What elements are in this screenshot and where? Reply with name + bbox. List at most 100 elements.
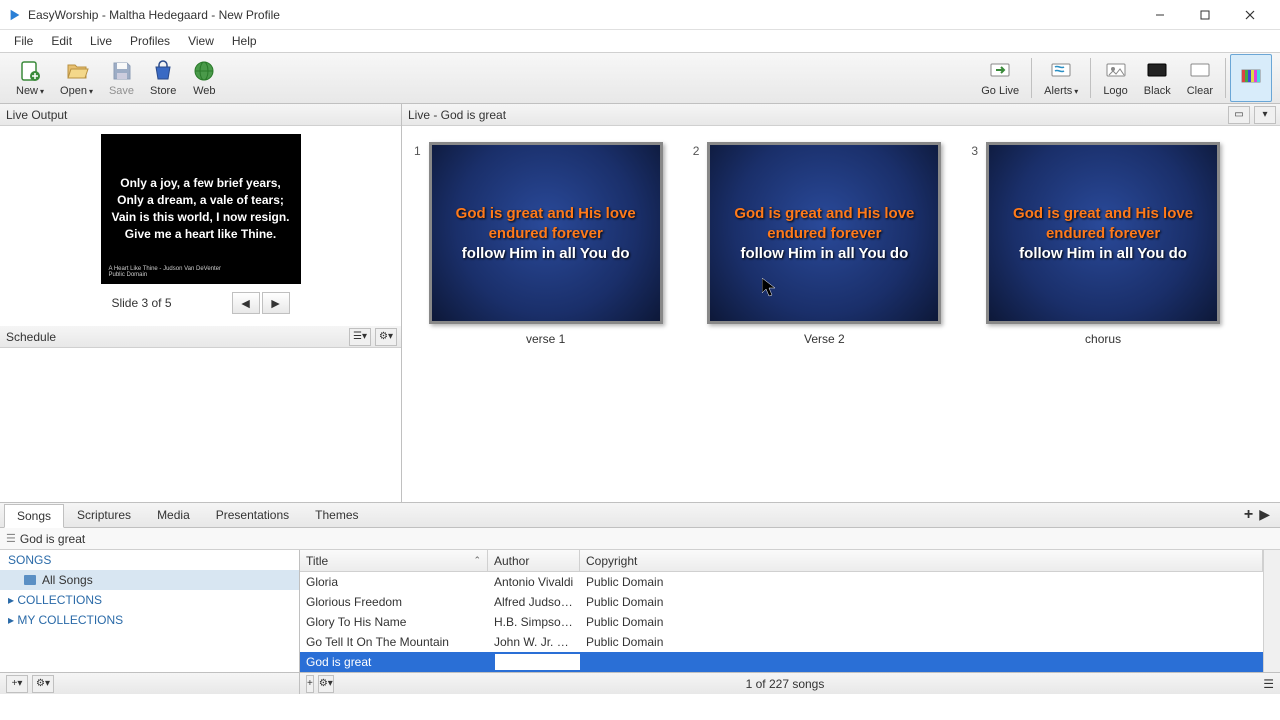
minimize-button[interactable]	[1137, 1, 1182, 29]
add-button[interactable]: +	[1244, 506, 1253, 524]
live-dropdown-button[interactable]: ▾	[1254, 106, 1276, 124]
tree-add-button[interactable]: +▾	[6, 675, 28, 693]
alerts-icon	[1049, 59, 1073, 83]
maximize-button[interactable]	[1182, 1, 1227, 29]
schedule-area[interactable]	[0, 348, 401, 502]
cell-title: Go Tell It On The Mountain	[300, 633, 488, 651]
table-row[interactable]: Glorious FreedomAlfred Judson ...Public …	[300, 592, 1263, 612]
slides-area[interactable]: 1 God is great and His love endured forev…	[402, 126, 1280, 502]
tab-scriptures[interactable]: Scriptures	[64, 503, 144, 527]
toolbar: New▾ Open▾ Save Store Web Go Live Alerts…	[0, 52, 1280, 104]
slide-item[interactable]: 1 God is great and His love endured forev…	[414, 142, 663, 486]
web-icon	[192, 59, 216, 83]
cell-title: Gloria	[300, 573, 488, 591]
live-panel-header: Live - God is great ▭ ▾	[402, 104, 1280, 126]
col-copyright[interactable]: Copyright	[580, 550, 1263, 571]
close-button[interactable]	[1227, 1, 1272, 29]
output-preview-button[interactable]	[1230, 54, 1272, 102]
output-slide-text: Only a joy, a few brief years, Only a dr…	[111, 175, 289, 242]
prev-slide-button[interactable]: ◄	[232, 292, 260, 314]
tree-all-songs[interactable]: All Songs	[0, 570, 299, 590]
next-slide-button[interactable]: ►	[262, 292, 290, 314]
col-title[interactable]: Title⌃	[300, 550, 488, 571]
col-author[interactable]: Author	[488, 550, 580, 571]
clear-icon	[1188, 59, 1212, 83]
new-icon	[18, 59, 42, 83]
tab-presentations[interactable]: Presentations	[203, 503, 302, 527]
golive-button[interactable]: Go Live	[973, 54, 1027, 102]
cell-copyright: Public Domain	[580, 593, 1263, 611]
search-icon: ☰	[6, 532, 16, 545]
store-button[interactable]: Store	[142, 54, 184, 102]
clear-button[interactable]: Clear	[1179, 54, 1221, 102]
library-tree[interactable]: SONGS All Songs ▸ COLLECTIONS ▸ MY COLLE…	[0, 550, 300, 672]
save-icon	[110, 59, 134, 83]
slide-number: 3	[971, 142, 978, 486]
cell-author: Alfred Judson ...	[488, 593, 580, 611]
table-row[interactable]: Go Tell It On The MountainJohn W. Jr. Wo…	[300, 632, 1263, 652]
cell-copyright: Public Domain	[580, 573, 1263, 591]
search-value[interactable]: God is great	[20, 532, 85, 546]
menu-file[interactable]: File	[6, 32, 41, 50]
open-button[interactable]: Open▾	[52, 54, 101, 102]
menu-live[interactable]: Live	[82, 32, 120, 50]
table-row[interactable]: Glory To His NameH.B. Simpson J...Public…	[300, 612, 1263, 632]
tab-themes[interactable]: Themes	[302, 503, 371, 527]
alerts-button[interactable]: Alerts▾	[1036, 54, 1086, 102]
color-bars-icon	[1239, 65, 1263, 89]
go-button[interactable]: ▶	[1259, 506, 1270, 524]
slide-lyric: follow Him in all You do	[462, 245, 630, 262]
table-row[interactable]: GloriaAntonio VivaldiPublic Domain	[300, 572, 1263, 592]
slide-lyric: follow Him in all You do	[740, 245, 908, 262]
titlebar: EasyWorship - Maltha Hedegaard - New Pro…	[0, 0, 1280, 30]
tree-collections[interactable]: ▸ COLLECTIONS	[0, 590, 299, 610]
menu-help[interactable]: Help	[224, 32, 265, 50]
cell-title: Glorious Freedom	[300, 593, 488, 611]
cell-copyright: Public Domain	[580, 633, 1263, 651]
menu-view[interactable]: View	[180, 32, 222, 50]
live-display-button[interactable]: ▭	[1228, 106, 1250, 124]
tab-songs[interactable]: Songs	[4, 504, 64, 528]
author-edit-input[interactable]	[494, 653, 580, 671]
table-row[interactable]: God is great	[300, 652, 1263, 672]
schedule-view-button[interactable]: ☰▾	[349, 328, 371, 346]
live-output-area: Only a joy, a few brief years, Only a dr…	[0, 126, 401, 326]
slide-item[interactable]: 3God is great and His love endured forev…	[971, 142, 1220, 486]
cell-author: John W. Jr. Work	[488, 633, 580, 651]
schedule-header: Schedule ☰▾ ⚙▾	[0, 326, 401, 348]
slide-thumb[interactable]: God is great and His love endured foreve…	[707, 142, 941, 324]
slide-lyric-accent: God is great and His love endured foreve…	[734, 204, 914, 243]
menu-profiles[interactable]: Profiles	[122, 32, 178, 50]
cell-title: God is great	[300, 653, 488, 671]
slide-item[interactable]: 2God is great and His love endured forev…	[693, 142, 942, 486]
cell-copyright: Public Domain	[580, 613, 1263, 631]
slide-thumb[interactable]: God is great and His love endured foreve…	[986, 142, 1220, 324]
view-list-icon[interactable]: ☰	[1263, 677, 1274, 691]
schedule-settings-button[interactable]: ⚙▾	[375, 328, 397, 346]
tree-my-collections[interactable]: ▸ MY COLLECTIONS	[0, 610, 299, 630]
table-add-button[interactable]: +	[306, 675, 314, 693]
slide-number: 1	[414, 142, 421, 486]
slide-thumb[interactable]: God is great and His love endured foreve…	[429, 142, 663, 324]
tree-settings-button[interactable]: ⚙▾	[32, 675, 54, 693]
live-output-header: Live Output	[0, 104, 401, 126]
scrollbar[interactable]	[1263, 550, 1280, 672]
black-icon	[1145, 59, 1169, 83]
tree-songs[interactable]: SONGS	[0, 550, 299, 570]
web-button[interactable]: Web	[184, 54, 224, 102]
titlebar-text: EasyWorship - Maltha Hedegaard - New Pro…	[28, 8, 1137, 22]
library-tabs: Songs Scriptures Media Presentations The…	[0, 502, 1280, 528]
app-icon	[8, 8, 22, 22]
cell-title: Glory To His Name	[300, 613, 488, 631]
cell-author: Antonio Vivaldi	[488, 573, 580, 591]
menubar: File Edit Live Profiles View Help	[0, 30, 1280, 52]
status-bar: +▾ ⚙▾ + ⚙▾ 1 of 227 songs ☰	[0, 672, 1280, 694]
black-button[interactable]: Black	[1136, 54, 1179, 102]
tab-media[interactable]: Media	[144, 503, 203, 527]
logo-button[interactable]: Logo	[1095, 54, 1135, 102]
new-button[interactable]: New▾	[8, 54, 52, 102]
menu-edit[interactable]: Edit	[43, 32, 80, 50]
save-button[interactable]: Save	[101, 54, 142, 102]
open-icon	[65, 59, 89, 83]
slide-lyric-accent: God is great and His love endured foreve…	[456, 204, 636, 243]
